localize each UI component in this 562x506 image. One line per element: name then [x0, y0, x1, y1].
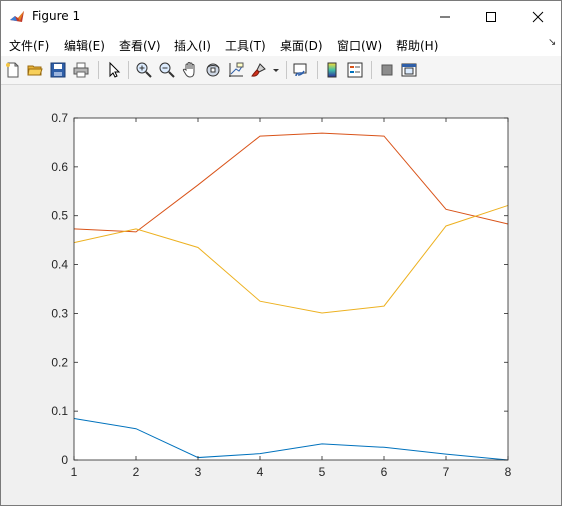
figure-canvas: 1 2 3 4 5 6 7 8 0 0.1 0.2 0.3 0.4 0.5 0.6 0.7 — [1, 85, 561, 505]
toolbar-separator — [128, 61, 129, 79]
menu-bar: 文件(F) 编辑(E) 查看(V) 插入(I) 工具(T) 桌面(D) 窗口(W… — [1, 32, 561, 56]
x-tick-label: 1 — [71, 465, 78, 479]
show-plot-tools-icon[interactable] — [400, 61, 418, 79]
x-tick-label: 6 — [381, 465, 388, 479]
maximize-button[interactable] — [468, 1, 514, 32]
close-button[interactable] — [515, 1, 561, 32]
toolbar-separator — [317, 61, 318, 79]
y-tick-label: 0.2 — [51, 355, 68, 369]
menu-help[interactable]: 帮助(H) — [396, 37, 438, 54]
toolbar-overflow-icon[interactable]: ↘ — [548, 37, 556, 48]
minimize-icon — [440, 16, 450, 18]
hide-plot-tools-icon[interactable] — [378, 61, 396, 79]
close-icon — [532, 11, 544, 23]
legend-icon[interactable] — [346, 61, 364, 79]
zoom-out-icon[interactable] — [158, 61, 176, 79]
minimize-button[interactable] — [422, 1, 468, 32]
zoom-in-icon[interactable] — [135, 61, 153, 79]
brush-icon[interactable] — [250, 61, 268, 79]
title-bar[interactable]: Figure 1 — [1, 1, 561, 32]
x-tick-label: 8 — [505, 465, 512, 479]
new-figure-icon[interactable] — [4, 61, 22, 79]
menu-desktop[interactable]: 桌面(D) — [280, 37, 323, 54]
data-cursor-icon[interactable] — [227, 61, 245, 79]
toolbar-separator — [98, 61, 99, 79]
link-plot-icon[interactable] — [292, 61, 310, 79]
x-tick-label: 4 — [257, 465, 264, 479]
menu-insert[interactable]: 插入(I) — [174, 37, 211, 54]
y-tick-label: 0.1 — [51, 404, 68, 418]
colorbar-icon[interactable] — [323, 61, 341, 79]
x-tick-label: 7 — [443, 465, 450, 479]
x-tick-label: 2 — [133, 465, 140, 479]
pan-icon[interactable] — [181, 61, 199, 79]
y-tick-label: 0.6 — [51, 160, 68, 174]
y-tick-label: 0.5 — [51, 209, 68, 223]
y-tick-label: 0 — [61, 453, 68, 467]
menu-edit[interactable]: 编辑(E) — [64, 37, 105, 54]
window-title: Figure 1 — [32, 9, 81, 23]
matlab-logo-icon — [9, 9, 25, 25]
toolbar-separator — [371, 61, 372, 79]
x-tick-label: 3 — [195, 465, 202, 479]
print-icon[interactable] — [72, 61, 90, 79]
save-icon[interactable] — [49, 61, 67, 79]
rotate-3d-icon[interactable] — [204, 61, 222, 79]
menu-view[interactable]: 查看(V) — [119, 37, 161, 54]
pointer-icon[interactable] — [105, 61, 123, 79]
plot-area[interactable] — [74, 118, 508, 460]
menu-tools[interactable]: 工具(T) — [225, 37, 266, 54]
figure-window: Figure 1 文件(F) 编辑(E) 查看(V) 插入(I) 工具(T) 桌… — [0, 0, 562, 506]
y-tick-label: 0.3 — [51, 306, 68, 320]
open-file-icon[interactable] — [26, 61, 44, 79]
menu-window[interactable]: 窗口(W) — [337, 37, 382, 54]
y-tick-label: 0.7 — [51, 111, 68, 125]
menu-file[interactable]: 文件(F) — [9, 37, 49, 54]
line-chart[interactable]: 1 2 3 4 5 6 7 8 0 0.1 0.2 0.3 0.4 0.5 0.6 0.7 — [1, 85, 561, 505]
y-tick-label: 0.4 — [51, 258, 68, 272]
maximize-icon — [486, 12, 496, 22]
x-tick-label: 5 — [319, 465, 326, 479]
brush-dropdown-icon[interactable] — [271, 61, 281, 79]
toolbar-separator — [286, 61, 287, 79]
figure-toolbar — [1, 56, 561, 85]
